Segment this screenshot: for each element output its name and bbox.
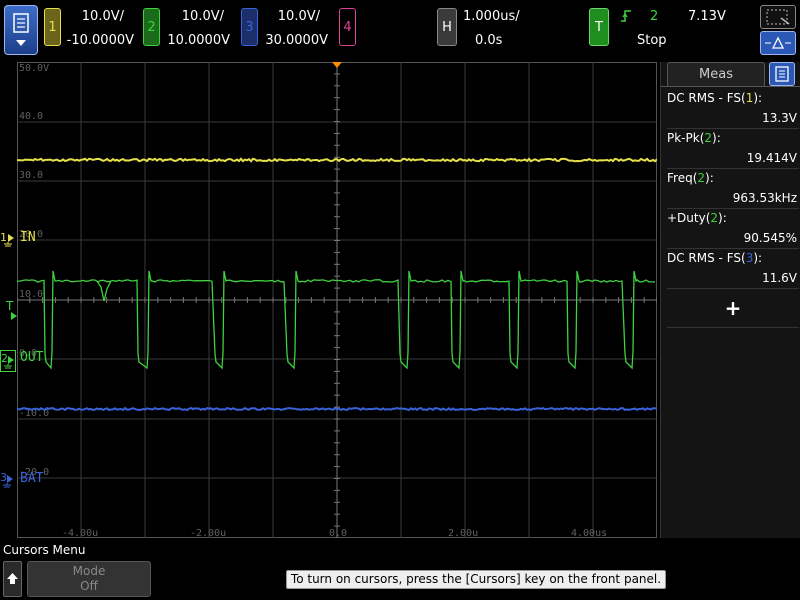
list-icon <box>770 63 794 85</box>
menu-icon <box>5 6 37 54</box>
horizontal-tag: H <box>442 20 452 35</box>
channel-3-offset: 30.0000V <box>258 33 328 48</box>
channel-2-scale: 10.0V/ <box>162 9 224 24</box>
meas-item[interactable]: DC RMS - FS(3): 11.6V <box>667 251 797 287</box>
add-measurement-button[interactable]: + <box>667 292 799 324</box>
x-label: -4.00u <box>62 528 98 538</box>
channel-4-number: 4 <box>343 20 351 35</box>
meas-label-tail: ): <box>753 251 762 265</box>
meas-item[interactable]: DC RMS - FS(1): 13.3V <box>667 91 797 127</box>
top-bar: 1 10.0V/ -10.0000V 2 10.0V/ 10.0000V 3 1… <box>0 0 800 60</box>
trigger-arrow-icon <box>10 312 18 320</box>
channel-2-offset: 10.0000V <box>162 33 230 48</box>
meas-value: 963.53kHz <box>667 191 797 205</box>
y-label: 10.0 <box>19 289 43 300</box>
mode-label: Mode <box>28 564 150 578</box>
waveform-graticule: 50.0V 40.0 30.0 20.0 10.0 0.0 -10.0 -20.… <box>17 62 657 538</box>
trigger-level-marker[interactable]: T <box>6 299 13 313</box>
meas-label: DC RMS - FS( <box>667 251 746 265</box>
waveform-display[interactable]: 50.0V 40.0 30.0 20.0 10.0 0.0 -10.0 -20.… <box>17 62 657 538</box>
channel-2-number: 2 <box>147 20 155 35</box>
meas-label: DC RMS - FS( <box>667 91 746 105</box>
meas-label: Pk-Pk( <box>667 131 704 145</box>
main-menu-button[interactable] <box>4 5 38 55</box>
run-status: Stop <box>637 33 671 48</box>
x-label: -2.00u <box>190 528 226 538</box>
channel-1-ground-marker[interactable]: 1 <box>0 229 16 249</box>
channel-1-offset: -10.0000V <box>62 33 134 48</box>
meas-value: 19.414V <box>667 151 797 165</box>
channel-1-scale: 10.0V/ <box>62 9 124 24</box>
rising-edge-icon <box>620 9 632 23</box>
channel-3-number: 3 <box>245 20 253 35</box>
x-label: 0.0 <box>329 528 347 538</box>
channel-1-label: IN <box>20 230 36 245</box>
trigger-position-marker[interactable] <box>332 62 342 68</box>
channel-2-button[interactable]: 2 <box>143 8 160 46</box>
x-label: 4.00us <box>571 528 607 538</box>
meas-channel: 2 <box>704 131 712 145</box>
meas-tab-title: Meas <box>668 63 764 87</box>
channel-1-button[interactable]: 1 <box>44 8 61 46</box>
y-label: 50.0V <box>19 63 49 74</box>
horizontal-position: 0.0s <box>475 33 515 48</box>
trigger-button[interactable]: T <box>589 8 609 46</box>
delta-arrows-icon <box>761 32 795 54</box>
zoom-button[interactable] <box>760 5 796 29</box>
ground-icon <box>3 472 15 490</box>
horizontal-scale: 1.000us/ <box>463 9 519 24</box>
meas-label-tail: ): <box>712 131 721 145</box>
meas-label-tail: ): <box>718 211 727 225</box>
trigger-level: 7.13V <box>688 9 728 24</box>
zoom-icon <box>761 6 795 28</box>
softkey-bar: Cursors Menu Mode Off To turn on cursors… <box>0 540 800 600</box>
menu-title: Cursors Menu <box>3 543 85 557</box>
channel-2-trace <box>17 271 655 368</box>
y-label: 30.0 <box>19 170 43 181</box>
meas-value: 13.3V <box>667 111 797 125</box>
channel-3-button[interactable]: 3 <box>241 8 258 46</box>
meas-tab[interactable]: Meas <box>667 62 765 86</box>
trigger-source: 2 <box>650 9 664 24</box>
trigger-tag: T <box>595 20 603 35</box>
channel-1-number: 1 <box>48 20 56 35</box>
y-label: 40.0 <box>19 111 43 122</box>
channel-3-scale: 10.0V/ <box>258 9 320 24</box>
ground-icon <box>4 353 16 371</box>
measurements-panel: Meas DC RMS - FS(1): 13.3V Pk-Pk(2): 19.… <box>660 62 800 538</box>
x-label: 2.00u <box>448 528 478 538</box>
channel-3-label: BAT <box>20 471 43 486</box>
channel-2-ground-marker[interactable]: 2 <box>0 350 16 372</box>
measure-mode-button[interactable] <box>760 31 796 55</box>
mode-value: Off <box>28 579 150 593</box>
horizontal-button[interactable]: H <box>437 8 457 46</box>
channel-3-trace <box>17 408 657 410</box>
meas-label-tail: ): <box>753 91 762 105</box>
meas-item[interactable]: +Duty(2): 90.545% <box>667 211 797 247</box>
channel-3-ground-marker[interactable]: 3 <box>0 470 16 492</box>
meas-label: Freq( <box>667 171 697 185</box>
meas-item[interactable]: Freq(2): 963.53kHz <box>667 171 797 207</box>
meas-item[interactable]: Pk-Pk(2): 19.414V <box>667 131 797 167</box>
channel-2-label: OUT <box>20 350 43 365</box>
meas-channel: 2 <box>710 211 718 225</box>
channel-4-button[interactable]: 4 <box>339 8 356 46</box>
hint-message: To turn on cursors, press the [Cursors] … <box>286 570 666 589</box>
mode-softkey[interactable]: Mode Off <box>27 561 151 597</box>
meas-value: 11.6V <box>667 271 797 285</box>
meas-channel: 2 <box>697 171 705 185</box>
meas-label-tail: ): <box>705 171 714 185</box>
ground-icon <box>4 231 16 249</box>
meas-value: 90.545% <box>667 231 797 245</box>
menu-up-button[interactable] <box>3 561 22 597</box>
meas-menu-button[interactable] <box>769 62 795 86</box>
up-arrow-icon <box>4 562 21 596</box>
meas-label: +Duty( <box>667 211 710 225</box>
